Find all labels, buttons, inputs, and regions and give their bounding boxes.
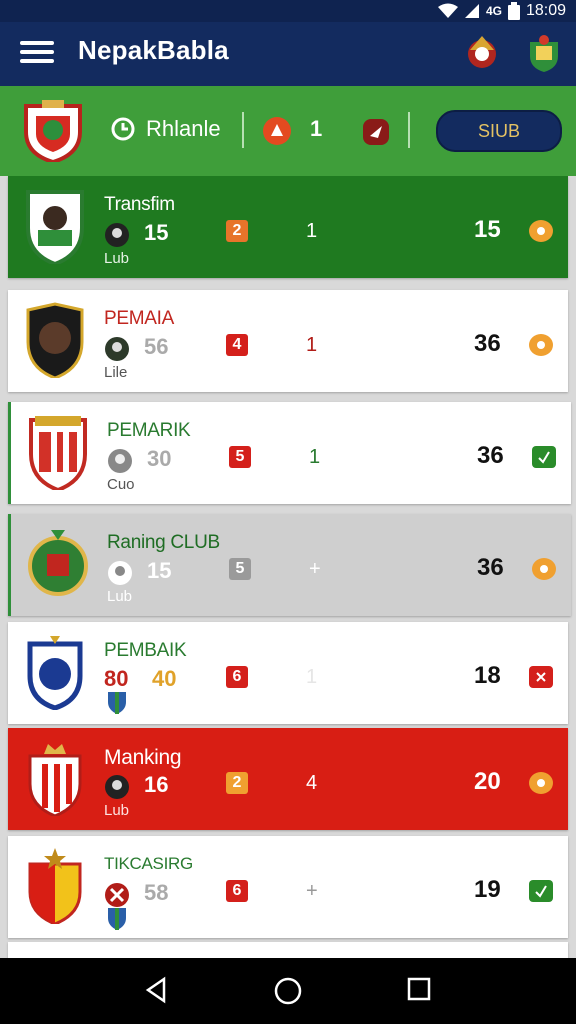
status-icon[interactable] — [532, 446, 556, 468]
team-sub: Cuo — [107, 476, 135, 493]
team-crest-icon — [26, 302, 84, 378]
team-sub: Lub — [104, 802, 130, 819]
list-item[interactable]: PEMARIK 30 Cuo 5 1 36 — [8, 402, 571, 504]
player-icon — [108, 561, 132, 585]
status-icon[interactable] — [532, 558, 556, 580]
back-icon[interactable] — [142, 976, 170, 1004]
list-item[interactable]: PEMBAIK 80 40 6 1 18 — [8, 622, 568, 724]
app-title: NepakBabla — [78, 35, 229, 65]
status-time: 18:09 — [525, 2, 566, 19]
match-count: 1 — [306, 220, 318, 242]
divider — [408, 112, 410, 148]
player-icon — [105, 775, 129, 799]
battery-icon — [507, 2, 520, 20]
status-bar: 4G 18:09 — [0, 0, 576, 22]
sim-icon: 4G — [485, 4, 502, 18]
rank-badge: 4 — [226, 334, 248, 356]
rank-badge: 2 — [226, 772, 248, 794]
clock-icon — [111, 117, 135, 141]
list-item[interactable]: TIKCASIRG 58 6 + 19 — [8, 836, 568, 938]
team-name: PEMBAIK — [104, 640, 187, 661]
match-count: 1 — [309, 446, 321, 468]
team-value: 58 — [144, 880, 169, 905]
league-crest-icon[interactable] — [528, 34, 560, 72]
shirt-icon — [105, 883, 129, 907]
team-name: Transfim — [104, 194, 175, 215]
team-crest-icon — [28, 530, 88, 596]
rank-badge: 5 — [229, 558, 251, 580]
team-value: 40 — [152, 666, 177, 691]
navigation-bar — [0, 958, 576, 1024]
status-icon[interactable] — [529, 772, 553, 794]
team-crest-icon — [28, 744, 82, 816]
rank-badge: 2 — [226, 220, 248, 242]
signal-icon — [464, 4, 479, 18]
match-count: 4 — [306, 772, 318, 794]
status-icon[interactable] — [529, 880, 553, 902]
team-value-prefix: 80 — [104, 666, 129, 691]
list-item[interactable]: Raning CLUB 15 Lub 5 + 36 — [8, 514, 571, 616]
team-value: 56 — [144, 334, 169, 359]
filter-count: 1 — [310, 116, 323, 141]
status-icon[interactable] — [529, 220, 553, 242]
sub-button[interactable]: SIUB — [436, 110, 562, 152]
match-count: + — [306, 880, 318, 902]
club-crest-icon[interactable] — [462, 32, 502, 72]
match-count: + — [309, 558, 321, 580]
filter-label[interactable]: Rhlanle — [146, 116, 221, 142]
fire-icon — [263, 117, 291, 145]
status-icon[interactable] — [529, 666, 553, 688]
rank-badge: 5 — [229, 446, 251, 468]
team-value: 15 — [144, 220, 169, 245]
shield-icon — [108, 692, 126, 714]
rank-badge: 6 — [226, 880, 248, 902]
team-crest-icon[interactable] — [22, 98, 84, 162]
team-name: PEMAIA — [104, 308, 174, 329]
team-crest-icon — [26, 190, 84, 264]
recents-icon[interactable] — [406, 976, 432, 1002]
divider — [242, 112, 244, 148]
list-item[interactable]: PEMAIA 56 Lile 4 1 36 — [8, 290, 568, 392]
status-icon[interactable] — [529, 334, 553, 356]
arrow-badge-icon — [363, 119, 389, 145]
team-value: 30 — [147, 446, 172, 471]
menu-icon[interactable] — [20, 38, 54, 68]
player-icon — [105, 337, 129, 361]
team-name: PEMARIK — [107, 420, 191, 441]
rank-badge: 6 — [226, 666, 248, 688]
team-value: 15 — [147, 558, 172, 583]
shield-icon — [108, 908, 126, 930]
standings-list: Transfim 15 Lub 2 1 15 PEMAIA 56 Lile 4 … — [0, 176, 576, 958]
team-score: 15 — [474, 216, 501, 243]
match-count: 1 — [306, 666, 318, 688]
player-icon — [105, 223, 129, 247]
team-name: TIKCASIRG — [104, 854, 193, 873]
list-item[interactable] — [8, 942, 568, 958]
home-icon[interactable] — [273, 976, 303, 1006]
team-name: Raning CLUB — [107, 532, 220, 553]
filter-bar: Rhlanle 1 SIUB — [0, 86, 576, 176]
match-count: 1 — [306, 334, 318, 356]
team-score: 18 — [474, 662, 501, 689]
wifi-icon — [437, 3, 458, 18]
team-sub: Lub — [104, 250, 130, 267]
app-bar: NepakBabla — [0, 22, 576, 86]
list-item[interactable]: Manking 16 Lub 2 4 20 — [8, 728, 568, 830]
team-score: 20 — [474, 768, 501, 795]
team-sub: Lile — [104, 364, 128, 381]
player-icon — [108, 449, 132, 473]
team-score: 36 — [474, 330, 501, 357]
list-item[interactable]: Transfim 15 Lub 2 1 15 — [8, 176, 568, 278]
team-value: 16 — [144, 772, 169, 797]
team-crest-icon — [27, 636, 83, 710]
team-crest-icon — [29, 416, 87, 490]
team-score: 19 — [474, 876, 501, 903]
team-score: 36 — [477, 442, 504, 469]
team-score: 36 — [477, 554, 504, 581]
team-crest-icon — [28, 848, 82, 924]
team-name: Manking — [104, 746, 182, 769]
team-sub: Lub — [107, 588, 133, 605]
status-icons: 4G 18:09 — [437, 2, 566, 20]
